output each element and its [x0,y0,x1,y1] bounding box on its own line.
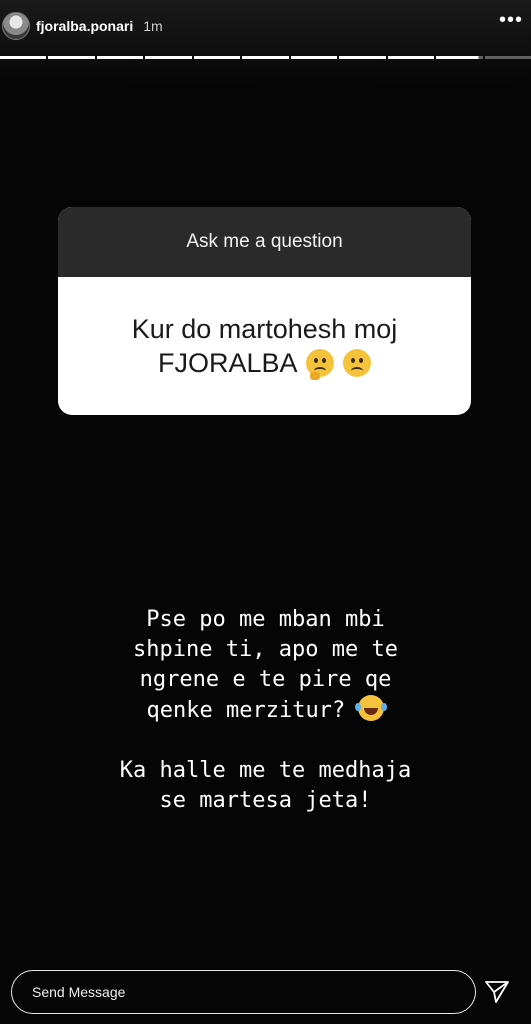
caption-line: ngrene e te pire qe [139,667,392,692]
story-caption-2: Ka halle me te medhaja se martesa jeta! [0,756,531,816]
question-sticker-title: Ask me a question [58,207,471,277]
caption-line: shpine ti, apo me te [133,637,398,662]
progress-segment [387,56,435,59]
story-caption-1: Pse po me mban mbi shpine ti, apo me te … [0,605,531,726]
caption-line: qenke merzitur? [146,698,346,723]
question-sticker[interactable]: Ask me a question Kur do martohesh moj F… [58,207,471,415]
progress-segment [290,56,338,59]
progress-segment [96,56,144,59]
send-message-input[interactable] [11,970,476,1014]
paper-plane-icon[interactable] [484,980,510,1004]
progress-segment [339,56,386,59]
story-header: fjoralba.ponari 1m [0,6,531,46]
caption-line: Pse po me mban mbi [146,607,385,632]
caption-line: Ka halle me te medhaja [119,758,412,783]
progress-segment [242,56,289,59]
progress-segment [193,56,241,59]
frowning-face-emoji [343,349,372,377]
story-footer [0,968,531,1016]
post-time: 1m [143,18,163,34]
progress-segment [0,56,47,59]
username[interactable]: fjoralba.ponari [36,18,133,34]
progress-segment [145,56,192,59]
tears-of-joy-emoji [355,695,385,721]
more-horizontal-icon[interactable]: ••• [499,10,523,30]
avatar[interactable] [2,12,30,40]
story-progress-bar [0,56,531,59]
progress-segment-active [436,56,483,59]
progress-segment [484,56,531,59]
question-sticker-body: Kur do martohesh moj FJORALBA [58,277,471,415]
progress-segment [48,56,95,59]
caption-line: se martesa jeta! [159,788,372,813]
thinking-face-emoji [305,349,334,380]
